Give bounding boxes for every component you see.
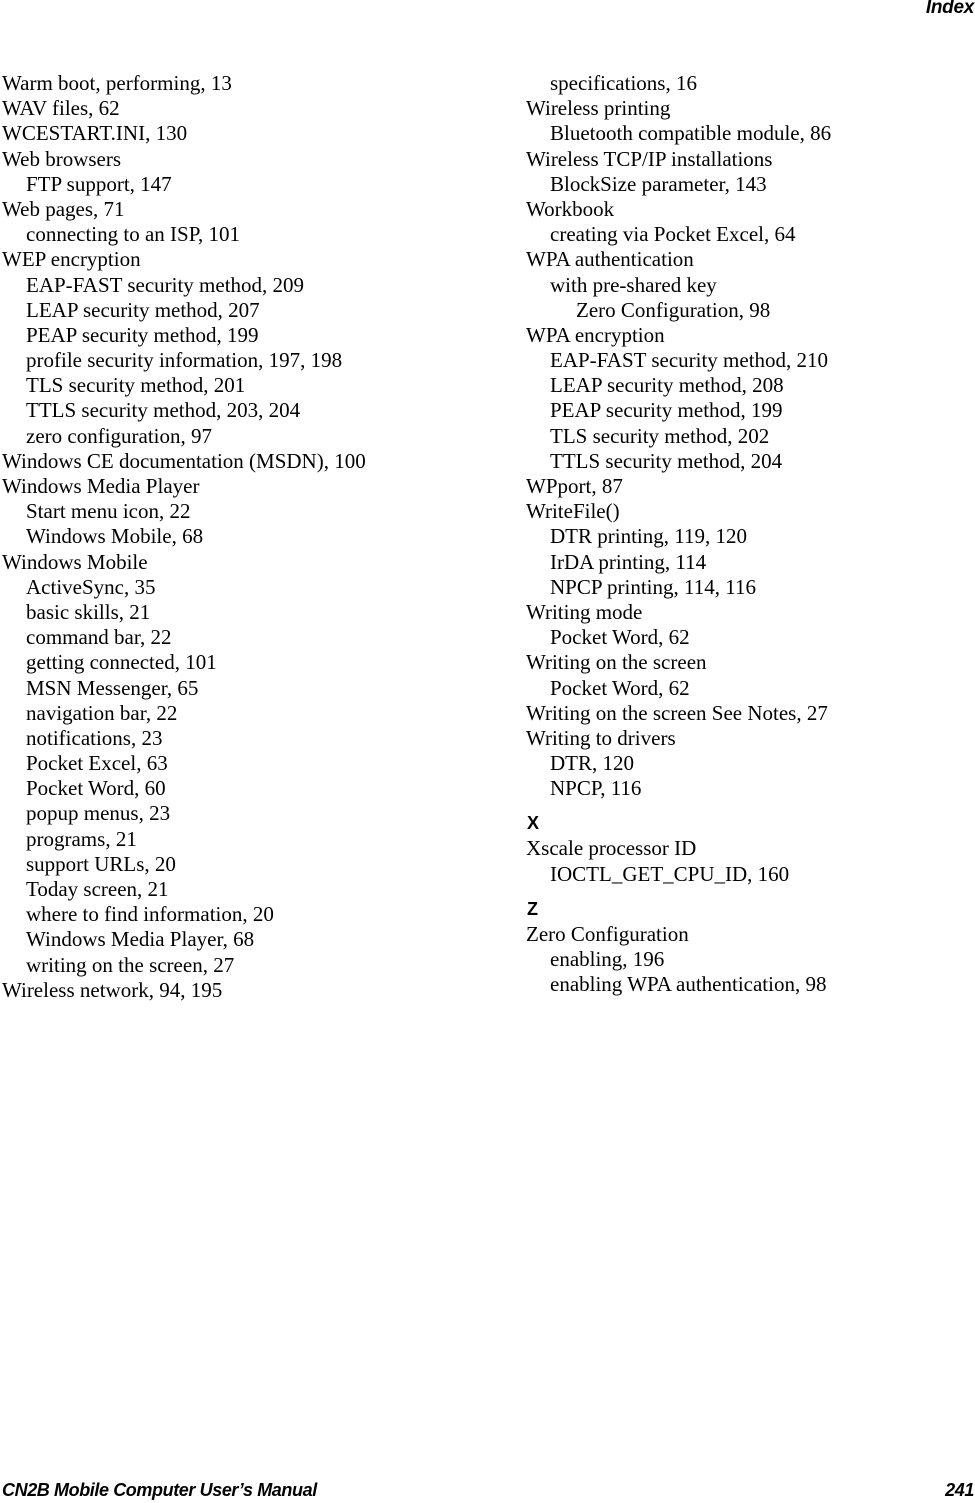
- index-subentry: Pocket Word, 62: [550, 675, 690, 700]
- index-subentry: Windows Media Player, 68: [26, 927, 255, 952]
- index-entry: WPport, 87: [526, 474, 623, 498]
- index-subentry: basic skills, 21: [26, 599, 151, 624]
- index-entry: Web browsers: [2, 146, 122, 171]
- index-subentry: PEAP security method, 199: [26, 322, 259, 347]
- index-entry: WAV files, 62: [2, 96, 120, 121]
- index-entry: Workbook: [526, 196, 615, 221]
- index-subentry: command bar, 22: [26, 625, 172, 650]
- index-subentry: TLS security method, 202: [550, 423, 770, 448]
- index-entry: Wireless printing: [526, 96, 671, 121]
- index-subentry: LEAP security method, 208: [550, 373, 784, 398]
- manual-title: CN2B Mobile Computer User’s Manual: [2, 1480, 317, 1500]
- index-subentry: connecting to an ISP, 101: [26, 222, 241, 247]
- index-entry: Writing on the screen See Notes, 27: [526, 700, 828, 725]
- index-subentry: EAP-FAST security method, 209: [26, 272, 305, 297]
- index-entry: Windows CE documentation (MSDN), 100: [2, 448, 366, 473]
- index-subentry: NPCP printing, 114, 116: [550, 574, 756, 599]
- index-subentry: LEAP security method, 207: [26, 297, 260, 322]
- index-subentry: Start menu icon, 22: [26, 499, 191, 524]
- index-subentry: IOCTL_GET_CPU_ID, 160: [550, 861, 790, 886]
- index-entry: Windows Mobile: [2, 549, 148, 574]
- index-subentry: Bluetooth compatible module, 86: [550, 121, 832, 146]
- index-subentry: profile security information, 197, 198: [26, 348, 343, 373]
- index-entry: Zero Configuration: [526, 921, 689, 946]
- index-column-left: Warm boot, performing, 13 WAV files, 62 WC…: [2, 71, 366, 1003]
- index-subentry: Windows Mobile, 68: [26, 524, 204, 549]
- index-subentry: popup menus, 23: [26, 801, 171, 826]
- index-subsubentry: Zero Configuration, 98: [576, 297, 771, 322]
- index-subentry: enabling, 196: [550, 947, 665, 971]
- index-subentry: Pocket Word, 62: [550, 625, 690, 650]
- index-entry: WCESTART.INI, 130: [2, 121, 188, 146]
- index-subentry: DTR printing, 119, 120: [550, 524, 747, 549]
- index-subentry: NPCP, 116: [550, 776, 642, 801]
- index-subentry: Pocket Excel, 63: [26, 751, 168, 776]
- index-subentry: FTP support, 147: [26, 171, 172, 196]
- index-subentry: IrDA printing, 114: [550, 549, 707, 574]
- index-letter-heading: Z: [527, 898, 538, 919]
- index-entry: Windows Media Player: [2, 474, 200, 498]
- index-column-right: specifications, 16 Wireless printing Bluet…: [526, 71, 831, 997]
- index-entry: Writing on the screen: [526, 650, 707, 675]
- index-entry: WEP encryption: [2, 247, 141, 272]
- index-subentry: programs, 21: [26, 826, 137, 851]
- page-footer: CN2B Mobile Computer User’s Manual 241: [2, 1477, 974, 1503]
- index-subentry: getting connected, 101: [26, 650, 217, 675]
- index-entry: Xscale processor ID: [526, 836, 697, 861]
- index-subentry: BlockSize parameter, 143: [550, 171, 767, 196]
- index-subentry: where to find information, 20: [26, 902, 274, 927]
- index-subentry: EAP-FAST security method, 210: [550, 348, 829, 373]
- index-subentry: ActiveSync, 35: [26, 574, 156, 599]
- index-subentry: creating via Pocket Excel, 64: [550, 222, 796, 247]
- index-subentry: PEAP security method, 199: [550, 398, 783, 423]
- index-subentry: TTLS security method, 203, 204: [26, 398, 301, 423]
- index-subentry: with pre-shared key: [550, 272, 717, 297]
- index-subentry: enabling WPA authentication, 98: [550, 972, 827, 997]
- index-entry: Warm boot, performing, 13: [2, 71, 232, 95]
- index-subentry: writing on the screen, 27: [26, 952, 235, 977]
- index-subentry: navigation bar, 22: [26, 700, 178, 725]
- page-number: 241: [945, 1480, 974, 1500]
- index-letter-heading: X: [527, 813, 540, 834]
- index-entry: WPA authentication: [526, 247, 694, 272]
- index-subentry: notifications, 23: [26, 725, 163, 750]
- index-subentry: Today screen, 21: [26, 877, 169, 901]
- running-head: Index: [925, 0, 974, 18]
- index-subentry: TTLS security method, 204: [550, 448, 783, 473]
- index-entry: WriteFile(): [526, 499, 620, 524]
- index-entry: Writing to drivers: [526, 725, 676, 750]
- index-subentry: specifications, 16: [550, 71, 697, 95]
- index-entry: WPA encryption: [526, 322, 665, 347]
- index-subentry: DTR, 120: [550, 751, 634, 776]
- index-subentry: MSN Messenger, 65: [26, 675, 199, 700]
- index-entry: Wireless network, 94, 195: [2, 977, 223, 1002]
- index-subentry: TLS security method, 201: [26, 373, 246, 398]
- index-entry: Wireless TCP/IP installations: [526, 146, 773, 171]
- index-subentry: zero configuration, 97: [26, 423, 213, 448]
- index-entry: Web pages, 71: [2, 196, 125, 221]
- index-subentry: Pocket Word, 60: [26, 776, 166, 801]
- index-entry: Writing mode: [526, 599, 643, 624]
- index-subentry: support URLs, 20: [26, 851, 176, 876]
